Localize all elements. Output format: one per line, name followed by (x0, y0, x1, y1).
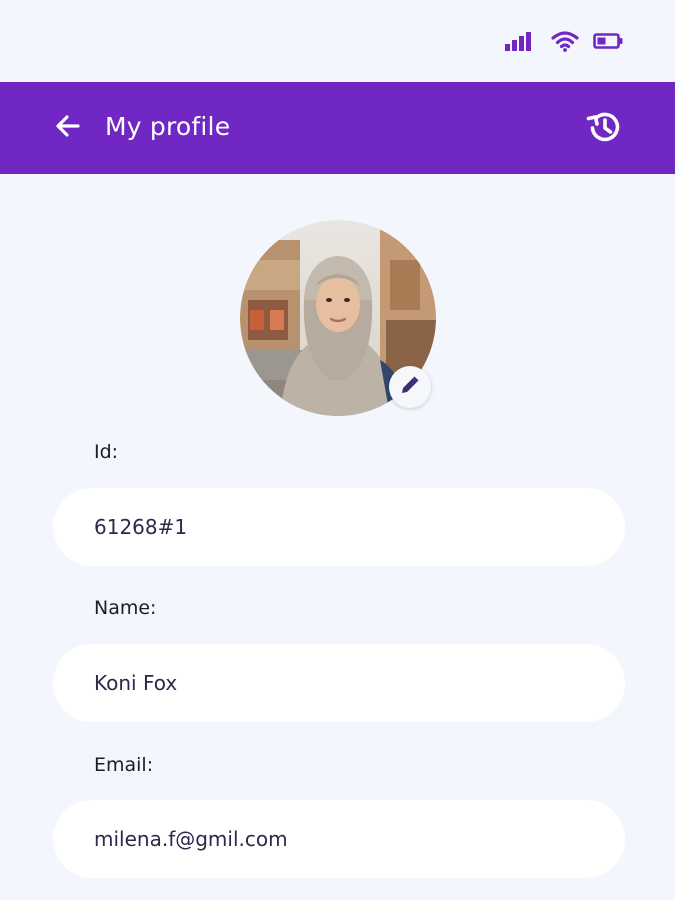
avatar-container (240, 220, 436, 416)
battery-icon (593, 32, 623, 50)
name-label: Name: (94, 597, 157, 619)
email-field[interactable]: milena.f@gmil.com (53, 800, 625, 878)
name-field[interactable]: Koni Fox (53, 644, 625, 722)
back-arrow-icon (54, 112, 82, 144)
signal-icon (505, 31, 537, 51)
pencil-icon (398, 373, 422, 401)
email-value: milena.f@gmil.com (94, 827, 288, 851)
status-icons (505, 30, 623, 52)
app-bar: My profile (0, 82, 675, 174)
history-button[interactable] (583, 108, 625, 150)
status-bar (0, 0, 675, 82)
wifi-icon (551, 30, 579, 52)
email-label: Email: (94, 754, 154, 776)
id-field[interactable]: 61268#1 (53, 488, 625, 566)
name-value: Koni Fox (94, 671, 178, 695)
back-button[interactable] (50, 110, 86, 146)
edit-avatar-button[interactable] (389, 366, 431, 408)
id-value: 61268#1 (94, 515, 188, 539)
id-label: Id: (94, 441, 119, 463)
page-title: My profile (105, 112, 231, 141)
history-icon (584, 107, 624, 151)
